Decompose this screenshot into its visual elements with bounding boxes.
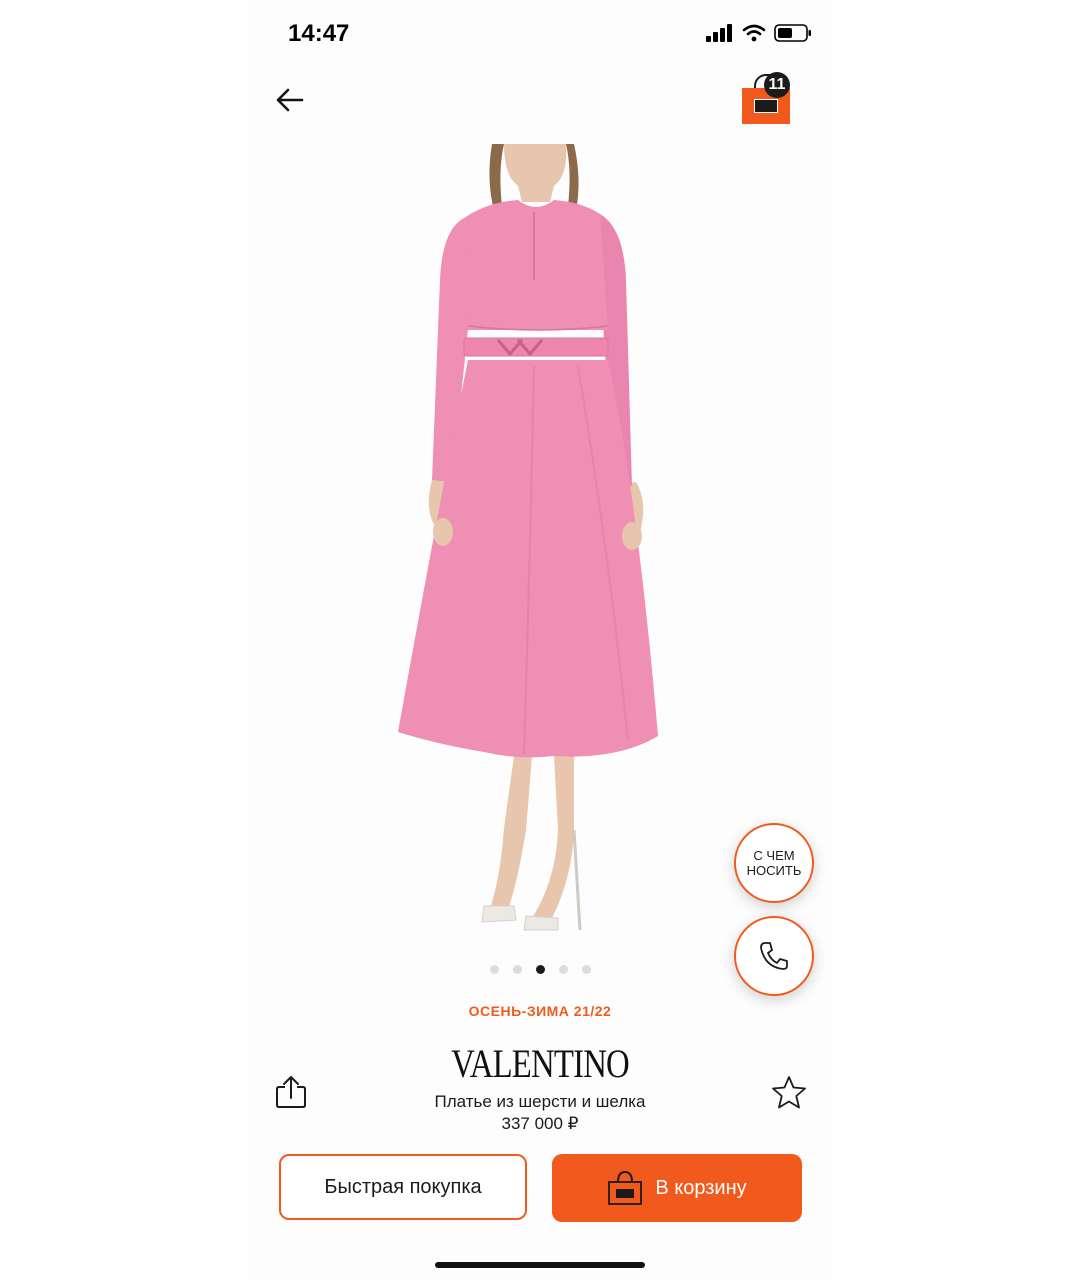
app-screen: 14:47 11 С ЧЕМ НОСИТЬ ОСЕНЬ-ЗИМА 21/22 V…	[248, 0, 832, 1280]
pagination-dot[interactable]	[490, 965, 499, 974]
status-bar: 14:47	[248, 0, 832, 70]
cart-button[interactable]: 11	[742, 72, 798, 128]
season-label: ОСЕНЬ-ЗИМА 21/22	[468, 1003, 612, 1019]
favorite-button[interactable]	[770, 1074, 808, 1110]
what-to-wear-button[interactable]: С ЧЕМ НОСИТЬ	[734, 823, 814, 903]
product-image[interactable]	[318, 140, 768, 940]
wifi-icon	[742, 24, 766, 42]
arrow-left-icon	[276, 88, 304, 112]
what-to-wear-label-line2: НОСИТЬ	[746, 863, 802, 878]
call-button[interactable]	[734, 916, 814, 996]
signal-icon	[706, 24, 732, 42]
home-indicator[interactable]	[435, 1262, 645, 1268]
product-name: Платье из шерсти и шелка	[434, 1092, 646, 1111]
status-icons	[706, 24, 812, 42]
pagination-dot[interactable]	[582, 965, 591, 974]
status-time: 14:47	[288, 20, 350, 47]
shopping-bag-icon	[607, 1170, 643, 1206]
product-price: 337 000 ₽	[501, 1114, 579, 1133]
cart-count-badge: 11	[764, 72, 790, 98]
gallery-pagination	[490, 965, 591, 974]
add-to-cart-button[interactable]: В корзину	[552, 1154, 802, 1222]
pagination-dot[interactable]	[559, 965, 568, 974]
quick-buy-button[interactable]: Быстрая покупка	[279, 1154, 527, 1220]
star-icon	[772, 1076, 806, 1109]
back-button[interactable]	[272, 82, 308, 118]
pagination-dot[interactable]	[513, 965, 522, 974]
cart-logo	[754, 99, 778, 113]
battery-icon	[774, 24, 811, 42]
share-icon	[276, 1076, 306, 1108]
share-button[interactable]	[274, 1074, 308, 1110]
brand-name[interactable]: VALENTINO	[301, 1040, 780, 1087]
phone-icon	[760, 942, 788, 970]
pagination-dot-active[interactable]	[536, 965, 545, 974]
what-to-wear-label-line1: С ЧЕМ	[753, 848, 795, 863]
add-to-cart-label: В корзину	[655, 1176, 747, 1199]
